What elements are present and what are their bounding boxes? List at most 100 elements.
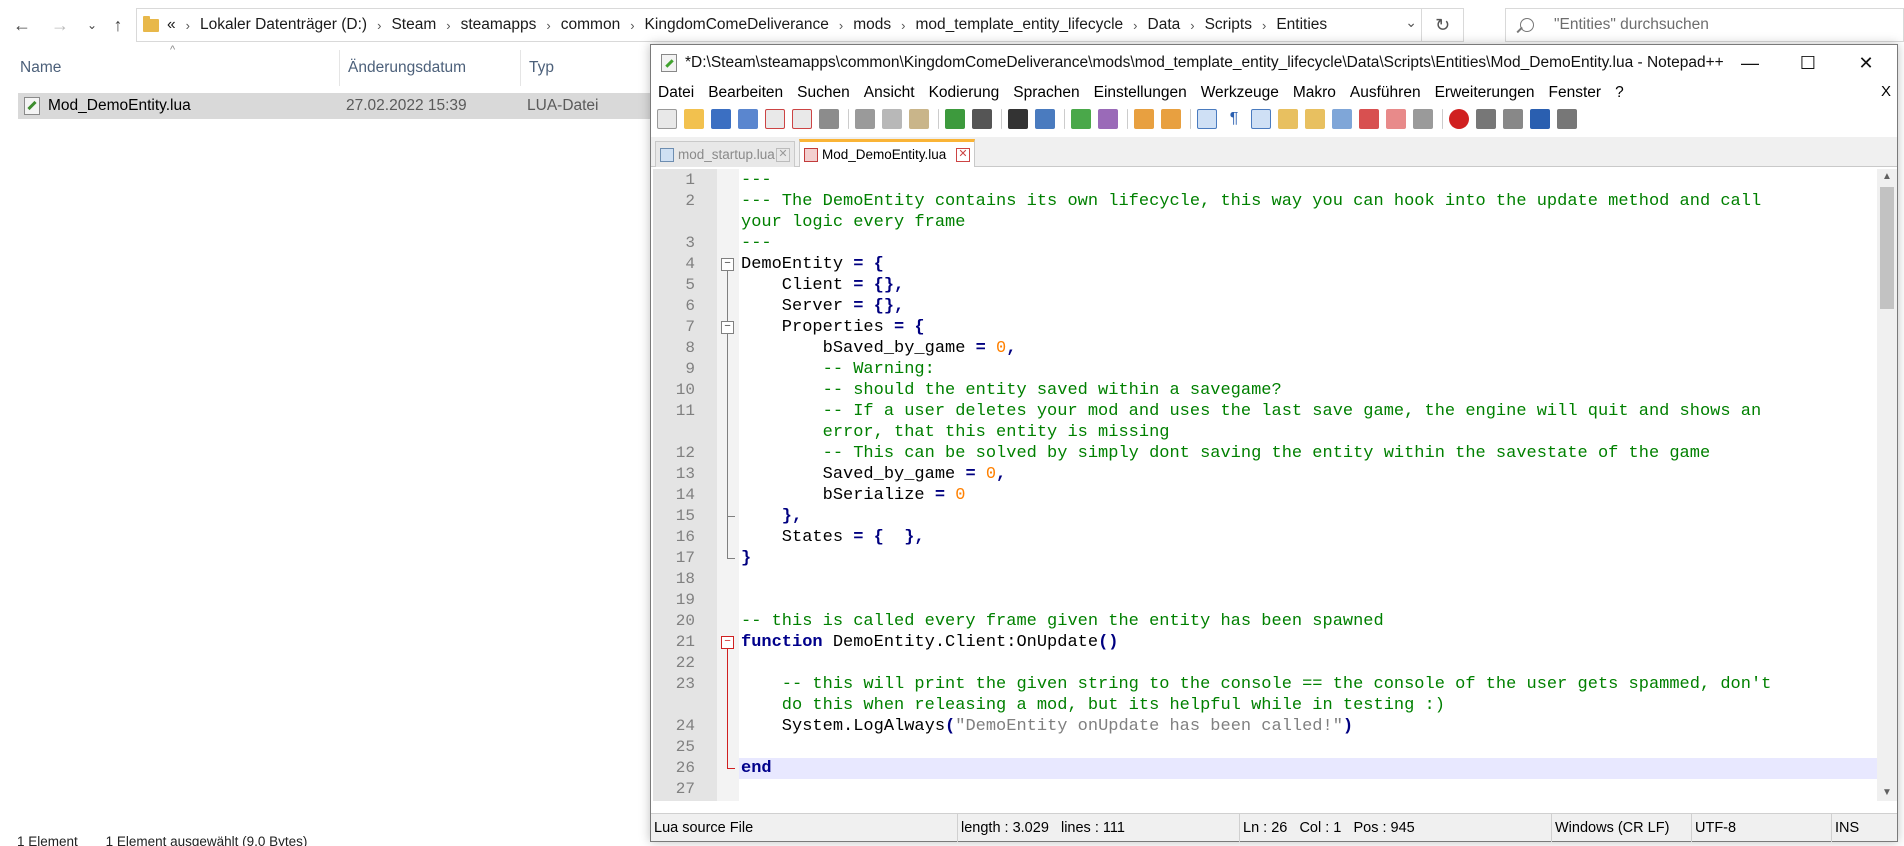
copy-icon[interactable] <box>882 109 902 129</box>
code-line[interactable]: 16 States = { }, <box>653 527 1877 548</box>
code-line[interactable]: 11 -- If a user deletes your mod and use… <box>653 401 1877 422</box>
menu-datei[interactable]: Datei <box>651 84 701 102</box>
new-file-icon[interactable] <box>657 109 677 129</box>
code-line[interactable]: 10 -- should the entity saved within a s… <box>653 380 1877 401</box>
code-line[interactable]: 23 -- this will print the given string t… <box>653 674 1877 695</box>
menu-ansicht[interactable]: Ansicht <box>857 84 922 102</box>
monitoring-icon[interactable] <box>1413 109 1433 129</box>
close-icon[interactable]: ✕ <box>1837 45 1895 81</box>
status-encoding[interactable]: UTF-8 <box>1691 814 1831 842</box>
code-line[interactable]: 28 -- this is called when the player ente… <box>653 800 1877 801</box>
minimize-icon[interactable]: — <box>1721 45 1779 81</box>
fold-collapse-icon[interactable]: − <box>721 636 734 649</box>
vertical-scrollbar[interactable]: ▲ ▼ <box>1877 169 1897 801</box>
tab-close-icon[interactable]: ✕ <box>956 147 970 162</box>
code-line[interactable]: 13 Saved_by_game = 0, <box>653 464 1877 485</box>
code-line[interactable]: 17} <box>653 548 1877 569</box>
code-line[interactable]: 14 bSerialize = 0 <box>653 485 1877 506</box>
code-line[interactable]: 9 -- Warning: <box>653 359 1877 380</box>
close-all-icon[interactable] <box>792 109 812 129</box>
undo-icon[interactable] <box>945 109 965 129</box>
crumb-scripts[interactable]: Scripts <box>1205 16 1252 34</box>
paste-icon[interactable] <box>909 109 929 129</box>
code-line[interactable]: 19 <box>653 590 1877 611</box>
scroll-up-icon[interactable]: ▲ <box>1877 169 1897 185</box>
code-line[interactable]: 4 DemoEntity = { <box>653 254 1877 275</box>
tab-mod-demoentity[interactable]: Mod_DemoEntity.lua ✕ <box>799 139 975 167</box>
code-line[interactable]: your logic every frame <box>653 212 1877 233</box>
file-row[interactable]: Mod_DemoEntity.lua 27.02.2022 15:39 LUA-… <box>18 93 660 119</box>
sync-horizontal-icon[interactable] <box>1161 109 1181 129</box>
crumb-drive[interactable]: Lokaler Datenträger (D:) <box>200 16 367 34</box>
menu-erweiterungen[interactable]: Erweiterungen <box>1428 84 1542 102</box>
print-icon[interactable] <box>819 109 839 129</box>
code-line[interactable]: error, that this entity is missing <box>653 422 1877 443</box>
column-type[interactable]: Typ <box>521 50 660 86</box>
maximize-icon[interactable]: ☐ <box>1779 45 1837 81</box>
crumb-mods[interactable]: mods <box>853 16 891 34</box>
tab-mod-startup[interactable]: mod_startup.lua ✕ <box>655 141 795 167</box>
menu-suchen[interactable]: Suchen <box>790 84 857 102</box>
menu-makro[interactable]: Makro <box>1286 84 1343 102</box>
record-macro-icon[interactable] <box>1449 109 1469 129</box>
search-input[interactable]: "Entities" durchsuchen <box>1505 8 1904 42</box>
word-wrap-icon[interactable] <box>1197 109 1217 129</box>
crumb-kingdomcome[interactable]: KingdomComeDeliverance <box>645 16 829 34</box>
code-line[interactable]: 18 <box>653 569 1877 590</box>
find-icon[interactable] <box>1008 109 1028 129</box>
crumb-entities[interactable]: Entities <box>1276 16 1327 34</box>
address-overflow[interactable]: « <box>167 16 176 34</box>
menu-fenster[interactable]: Fenster <box>1542 84 1609 102</box>
code-line[interactable]: 7 Properties = { <box>653 317 1877 338</box>
crumb-data[interactable]: Data <box>1148 16 1181 34</box>
code-line[interactable]: 2 --- The DemoEntity contains its own lif… <box>653 191 1877 212</box>
menu-werkzeuge[interactable]: Werkzeuge <box>1194 84 1286 102</box>
open-file-icon[interactable] <box>684 109 704 129</box>
code-line[interactable]: 25 <box>653 737 1877 758</box>
code-line[interactable]: do this when releasing a mod, but its he… <box>653 695 1877 716</box>
up-arrow-icon[interactable]: ↑ <box>104 11 132 39</box>
close-file-icon[interactable] <box>765 109 785 129</box>
address-bar[interactable]: « › Lokaler Datenträger (D:) › Steam › s… <box>136 8 1464 42</box>
code-line[interactable]: 21 function DemoEntity.Client:OnUpdate() <box>653 632 1877 653</box>
status-insert-mode[interactable]: INS <box>1831 814 1897 842</box>
menu-bearbeiten[interactable]: Bearbeiten <box>701 84 790 102</box>
code-line[interactable]: 22 <box>653 653 1877 674</box>
play-macro-icon[interactable] <box>1503 109 1523 129</box>
code-line[interactable]: 5 Client = {}, <box>653 275 1877 296</box>
code-line[interactable]: 15 }, <box>653 506 1877 527</box>
menu-ausfuehren[interactable]: Ausführen <box>1343 84 1428 102</box>
menu-help[interactable]: ? <box>1608 84 1631 102</box>
menu-sprachen[interactable]: Sprachen <box>1006 84 1086 102</box>
menu-kodierung[interactable]: Kodierung <box>922 84 1007 102</box>
fold-collapse-icon[interactable]: − <box>721 258 734 271</box>
code-editor[interactable]: 1 --- 2 --- The DemoEntity contains its own… <box>653 169 1877 801</box>
code-line[interactable]: 27 <box>653 779 1877 800</box>
crumb-mod-template[interactable]: mod_template_entity_lifecycle <box>916 16 1124 34</box>
folder-workspace-icon[interactable] <box>1386 109 1406 129</box>
code-line[interactable]: 20 -- this is called every frame given th… <box>653 611 1877 632</box>
scroll-down-icon[interactable]: ▼ <box>1877 785 1897 801</box>
tab-close-icon[interactable]: ✕ <box>776 147 790 162</box>
save-all-icon[interactable] <box>738 109 758 129</box>
stop-macro-icon[interactable] <box>1476 109 1496 129</box>
refresh-icon[interactable]: ↻ <box>1421 9 1463 41</box>
column-name[interactable]: Name <box>12 50 340 86</box>
indent-guide-icon[interactable] <box>1251 109 1271 129</box>
recent-locations-chevron-icon[interactable]: ⌄ <box>78 11 106 39</box>
zoom-in-icon[interactable] <box>1071 109 1091 129</box>
run-macro-multiple-icon[interactable] <box>1530 109 1550 129</box>
code-line[interactable]: 8 bSaved_by_game = 0, <box>653 338 1877 359</box>
document-map-icon[interactable] <box>1305 109 1325 129</box>
define-language-icon[interactable] <box>1278 109 1298 129</box>
status-eol[interactable]: Windows (CR LF) <box>1551 814 1691 842</box>
crumb-steamapps[interactable]: steamapps <box>461 16 537 34</box>
menu-einstellungen[interactable]: Einstellungen <box>1087 84 1194 102</box>
code-line[interactable]: 1 --- <box>653 170 1877 191</box>
code-line[interactable]: 6 Server = {}, <box>653 296 1877 317</box>
code-line[interactable]: 24 System.LogAlways("DemoEntity onUpdate… <box>653 716 1877 737</box>
close-document-x[interactable]: X <box>1881 83 1891 100</box>
crumb-common[interactable]: common <box>561 16 620 34</box>
forward-arrow-icon[interactable]: → <box>46 11 74 39</box>
crumb-steam[interactable]: Steam <box>391 16 436 34</box>
